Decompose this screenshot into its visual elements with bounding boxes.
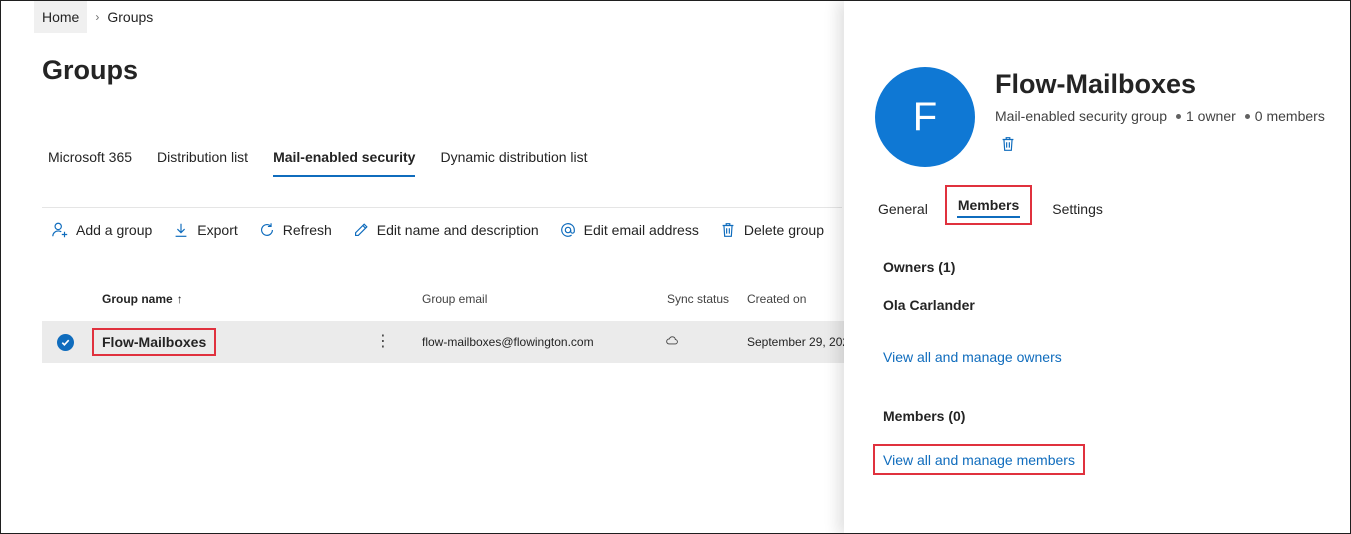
created-on-value: September 29, 2023	[747, 335, 844, 349]
tab-members[interactable]: Members	[944, 185, 1033, 225]
tab-dynamic-distribution-list[interactable]: Dynamic distribution list	[440, 137, 587, 177]
column-header-group-name[interactable]: Group name ↑	[102, 292, 183, 306]
group-type-tabs: Microsoft 365 Distribution list Mail-ena…	[42, 137, 613, 177]
panel-title: Flow-Mailboxes	[995, 69, 1197, 99]
breadcrumb-home[interactable]: Home	[34, 1, 88, 33]
trash-icon	[718, 220, 738, 240]
member-count: 0 members	[1254, 108, 1325, 124]
toolbar-divider	[42, 207, 842, 208]
refresh-label: Refresh	[282, 222, 332, 238]
at-sign-icon	[558, 220, 578, 240]
export-button[interactable]: Export	[171, 220, 238, 240]
bullet-icon	[1175, 113, 1181, 119]
pencil-icon	[351, 220, 371, 240]
panel-tabs: General Members Settings	[878, 185, 1120, 227]
more-options-icon[interactable]: ⋮	[375, 331, 391, 351]
group-type-label: Mail-enabled security group	[995, 108, 1167, 124]
export-label: Export	[197, 222, 238, 238]
sort-ascending-icon: ↑	[176, 292, 183, 306]
tab-mail-enabled-security[interactable]: Mail-enabled security	[273, 137, 416, 177]
tab-distribution-list[interactable]: Distribution list	[157, 137, 248, 177]
view-manage-owners-link[interactable]: View all and manage owners	[883, 349, 1062, 365]
page-title: Groups	[42, 55, 139, 85]
edit-email-label: Edit email address	[583, 222, 699, 238]
column-header-group-email[interactable]: Group email	[422, 292, 487, 306]
tab-microsoft-365[interactable]: Microsoft 365	[48, 137, 132, 177]
avatar: F	[875, 67, 975, 167]
column-header-sync-status[interactable]: Sync status	[667, 292, 729, 306]
delete-group-label: Delete group	[743, 222, 825, 238]
view-manage-members-link[interactable]: View all and manage members	[873, 444, 1085, 475]
download-icon	[171, 220, 191, 240]
owner-count: 1 owner	[1185, 108, 1236, 124]
add-group-label: Add a group	[76, 222, 153, 238]
app-frame: Home › Groups Groups Microsoft 365 Distr…	[0, 0, 1351, 534]
breadcrumb: Home › Groups	[34, 1, 157, 33]
cloud-icon	[665, 334, 679, 349]
tab-general[interactable]: General	[878, 191, 928, 227]
tab-settings[interactable]: Settings	[1052, 191, 1103, 227]
column-header-created-on[interactable]: Created on	[747, 292, 806, 306]
owner-name: Ola Carlander	[883, 297, 975, 313]
command-bar: Add a group Export Refresh Edit name and…	[42, 215, 843, 245]
edit-name-button[interactable]: Edit name and description	[351, 220, 539, 240]
panel-subtitle: Mail-enabled security group 1 owner 0 me…	[995, 108, 1325, 124]
edit-name-label: Edit name and description	[376, 222, 539, 238]
table-row[interactable]: Flow-Mailboxes ⋮ flow-mailboxes@flowingt…	[42, 321, 844, 363]
bullet-icon	[1244, 113, 1250, 119]
refresh-icon	[257, 220, 277, 240]
add-group-button[interactable]: Add a group	[50, 220, 152, 240]
edit-email-button[interactable]: Edit email address	[558, 220, 699, 240]
group-name-link[interactable]: Flow-Mailboxes	[92, 328, 217, 356]
members-heading: Members (0)	[883, 408, 966, 424]
group-email-value: flow-mailboxes@flowington.com	[422, 335, 594, 349]
column-header-group-name-label: Group name	[102, 292, 173, 306]
add-person-icon	[50, 220, 70, 240]
trash-icon[interactable]	[999, 134, 1019, 154]
checkmark-icon	[61, 339, 70, 346]
owners-heading: Owners (1)	[883, 259, 956, 275]
row-selected-checkbox[interactable]	[57, 334, 74, 351]
table-header: Group name ↑ Group email Sync status Crea…	[42, 284, 842, 316]
breadcrumb-current: Groups	[107, 9, 154, 25]
delete-group-button[interactable]: Delete group	[718, 220, 824, 240]
refresh-button[interactable]: Refresh	[257, 220, 332, 240]
chevron-right-icon: ›	[95, 10, 100, 24]
group-details-panel: F Flow-Mailboxes Mail-enabled security g…	[844, 1, 1350, 533]
